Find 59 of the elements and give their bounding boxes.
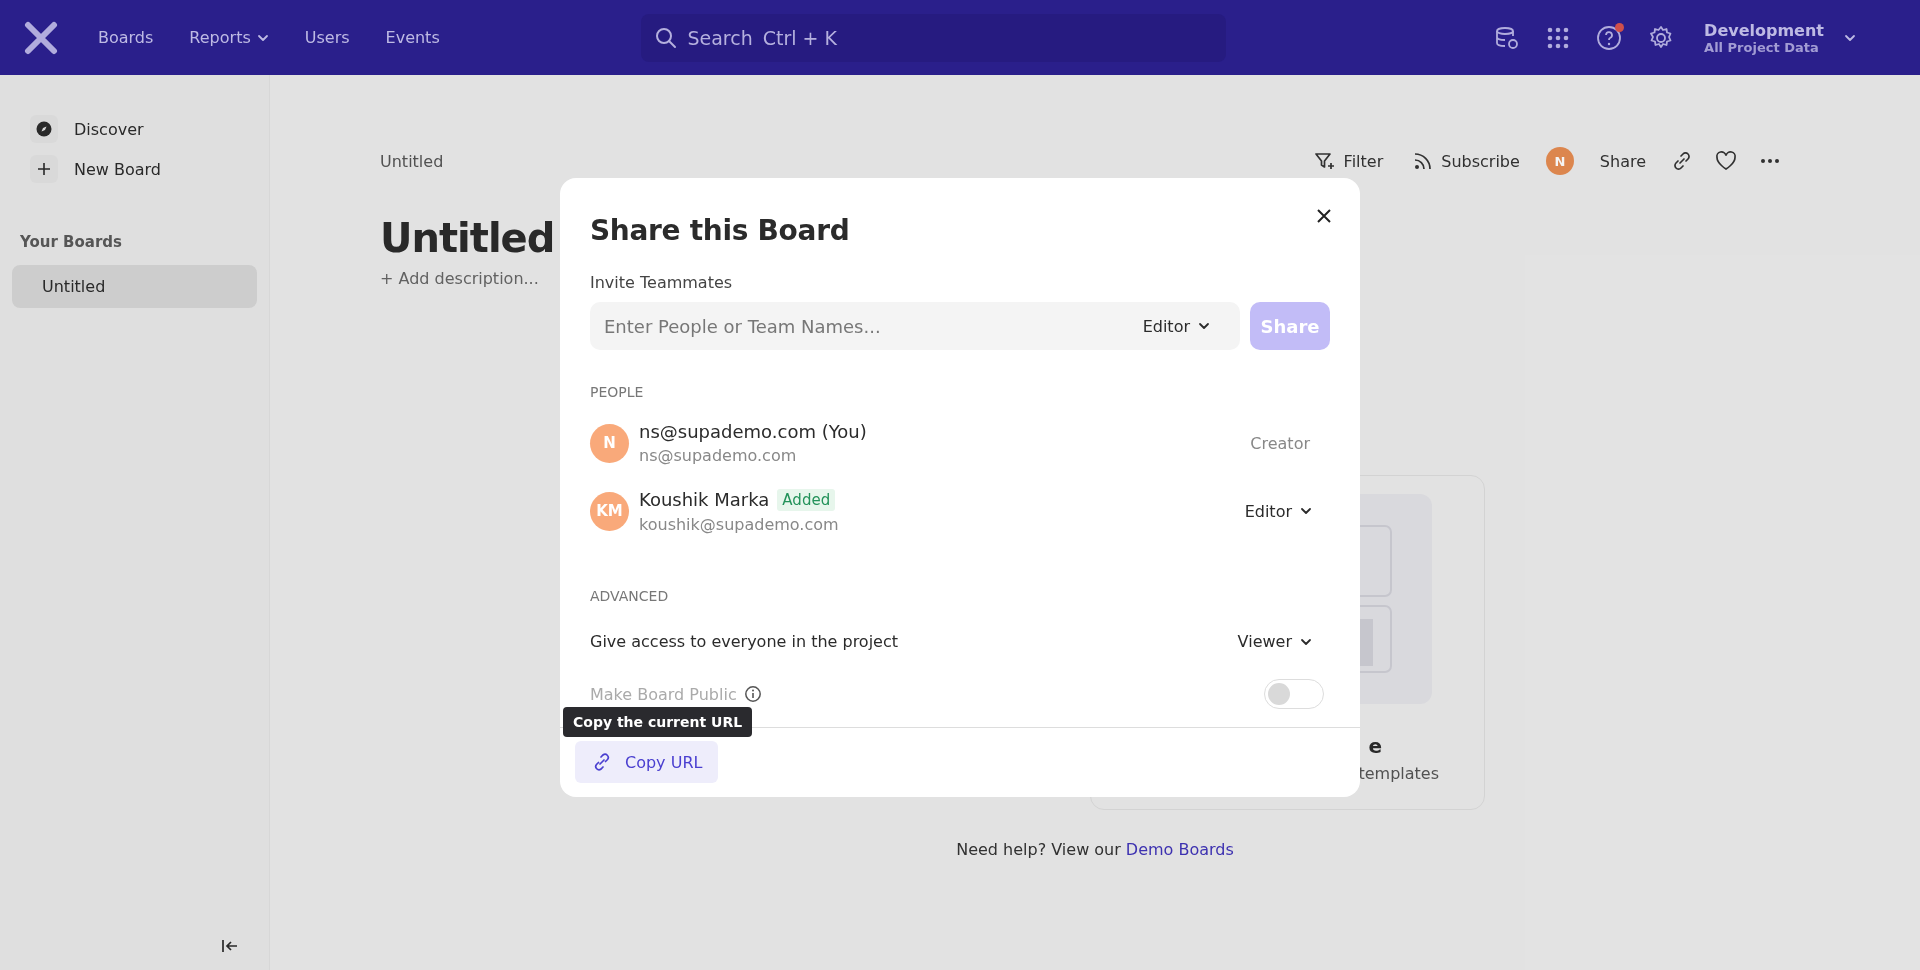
filter-icon (1313, 151, 1336, 171)
search-icon (655, 26, 678, 49)
demo-boards-link[interactable]: Demo Boards (1125, 840, 1234, 859)
link-icon (593, 753, 611, 771)
board-item[interactable]: Untitled (12, 265, 257, 308)
share-button[interactable]: Share (1595, 147, 1650, 175)
sidebar-item[interactable]: Discover (12, 109, 257, 149)
person-name: ns@supademo.com (You) (639, 421, 867, 442)
nav-link[interactable]: Reports (175, 20, 283, 55)
avatar: N (590, 423, 629, 463)
nav-link[interactable]: Boards (84, 20, 168, 55)
role-label: Creator (1250, 433, 1310, 453)
access-label: Give access to everyone in the project (590, 632, 899, 651)
rss-icon (1413, 151, 1434, 171)
role-dropdown[interactable]: Editor (1142, 316, 1210, 336)
compass-icon (36, 121, 52, 137)
person-name: Koushik Marka (639, 489, 770, 510)
status-tag: Added (777, 488, 836, 511)
breadcrumb[interactable]: Untitled (380, 151, 444, 171)
logo-icon[interactable] (24, 20, 58, 55)
apps-grid-icon[interactable] (1546, 25, 1571, 50)
info-icon (744, 686, 761, 702)
heart-icon[interactable] (1714, 150, 1738, 172)
chevron-down-icon (1300, 505, 1312, 517)
help-icon[interactable] (1596, 24, 1623, 51)
tooltip: Copy the current URL (563, 707, 753, 737)
filter-button[interactable]: Filter (1309, 147, 1388, 175)
chevron-down-icon (1198, 320, 1210, 332)
sidebar-item[interactable]: New Board (12, 149, 257, 189)
close-icon (1316, 208, 1332, 224)
section-heading: PEOPLE (590, 384, 645, 400)
section-heading: Your Boards (20, 233, 122, 251)
copy-url-button[interactable]: Copy URL (575, 741, 719, 783)
person-email: koushik@supademo.com (639, 514, 840, 534)
nav-link[interactable]: Users (290, 20, 364, 55)
card-subtitle: templates (1358, 764, 1439, 783)
nav-link[interactable]: Events (371, 20, 454, 55)
subscribe-button[interactable]: Subscribe (1409, 147, 1524, 175)
avatar: KM (590, 491, 629, 531)
board-title: Untitled (380, 215, 555, 261)
help-text: Need help? View our (956, 840, 1121, 859)
field-label: Invite Teammates (590, 273, 734, 292)
more-icon[interactable] (1760, 158, 1780, 164)
section-heading: ADVANCED (590, 588, 670, 604)
role-dropdown[interactable]: Editor (1244, 501, 1312, 521)
card-title: e (1368, 734, 1382, 758)
public-label: Make Board Public (590, 684, 737, 704)
search-field[interactable]: Search Ctrl + K (641, 13, 1227, 62)
dialog-title: Share this Board (590, 214, 850, 247)
project-selector[interactable]: Development All Project Data (1704, 20, 1856, 55)
invite-field[interactable]: Enter People or Team Names... Editor (590, 302, 1240, 350)
role-dropdown[interactable]: Viewer (1237, 632, 1312, 651)
close-button[interactable] (1316, 208, 1332, 224)
public-toggle[interactable] (1264, 679, 1324, 709)
link-icon[interactable] (1672, 151, 1692, 171)
plus-icon (36, 161, 52, 177)
collapse-sidebar-icon[interactable] (221, 938, 239, 954)
person-email: ns@supademo.com (639, 446, 798, 465)
database-icon[interactable] (1494, 24, 1521, 51)
